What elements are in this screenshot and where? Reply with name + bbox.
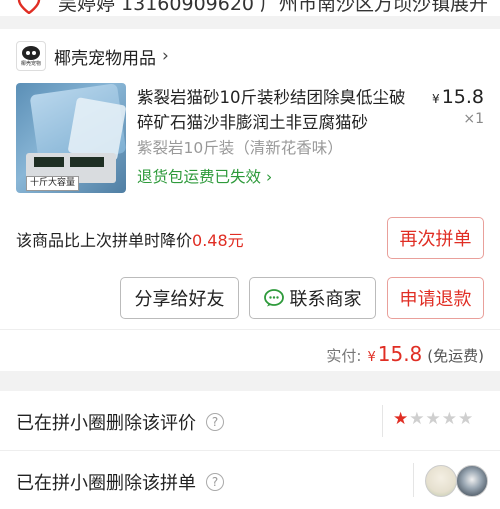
- address-text: 吴婷婷 13160909620 广州市南沙区万顷沙镇展开: [58, 0, 489, 15]
- order-status-label: 已在拼小圈删除该拼单 ?: [16, 469, 224, 495]
- review-status-row[interactable]: 已在拼小圈删除该评价 ? ★ ★ ★ ★ ★: [0, 391, 500, 449]
- shop-header[interactable]: 椰壳宠物 椰壳宠物用品 ›: [16, 41, 169, 71]
- product-image-tag: 十斤大容量: [26, 176, 80, 191]
- help-icon[interactable]: ?: [206, 473, 224, 491]
- price-drop-notice: 该商品比上次拼单时降价0.48元: [16, 227, 244, 251]
- pin-circle-card: 已在拼小圈删除该评价 ? ★ ★ ★ ★ ★ 已在拼小圈删除该拼单 ?: [0, 391, 500, 509]
- star-empty-icon: ★: [425, 409, 441, 429]
- address-bar[interactable]: 吴婷婷 13160909620 广州市南沙区万顷沙镇展开: [0, 0, 500, 16]
- help-icon[interactable]: ?: [206, 413, 224, 431]
- total-label: 实付:: [326, 347, 362, 365]
- chat-bubble-icon: [263, 289, 284, 307]
- price-currency: ¥: [432, 92, 440, 106]
- review-status-label: 已在拼小圈删除该评价 ?: [16, 409, 224, 435]
- star-empty-icon: ★: [409, 409, 425, 429]
- return-shipping-note[interactable]: 退货包运费已失效 ›: [137, 165, 272, 187]
- rebuy-button[interactable]: 再次拼单: [387, 217, 484, 259]
- location-pin-icon: [17, 0, 41, 14]
- chevron-right-icon: ›: [162, 46, 169, 66]
- chevron-right-icon: ›: [261, 168, 273, 186]
- total-currency: ¥: [367, 350, 376, 365]
- order-card: 椰壳宠物 椰壳宠物用品 › 十斤大容量 紫裂岩猫砂10斤装秒结团除臭低尘破碎矿石…: [0, 29, 500, 371]
- total-paid: 实付: ¥ 15.8 (免运费): [326, 342, 484, 366]
- shipping-note: (免运费): [427, 347, 484, 365]
- contact-seller-button[interactable]: 联系商家: [249, 277, 376, 319]
- refund-button[interactable]: 申请退款: [387, 277, 484, 319]
- shop-name: 椰壳宠物用品: [54, 48, 156, 69]
- price-value: 15.8: [441, 86, 484, 108]
- product-quantity: ×1: [463, 111, 484, 127]
- contact-seller-label: 联系商家: [289, 289, 362, 310]
- price-drop-prefix: 该商品比上次拼单时降价: [16, 231, 193, 250]
- shop-logo-label: 椰壳宠物: [20, 60, 41, 67]
- total-amount: 15.8: [377, 342, 423, 366]
- divider: [413, 463, 414, 497]
- divider: [0, 329, 500, 330]
- review-status-text: 已在拼小圈删除该评价: [16, 413, 196, 434]
- product-spec: 紫裂岩10斤装（清新花香味）: [137, 139, 343, 157]
- share-button[interactable]: 分享给好友: [120, 277, 239, 319]
- product-price: ¥15.8: [432, 86, 484, 108]
- avatar[interactable]: [425, 465, 457, 497]
- order-status-text: 已在拼小圈删除该拼单: [16, 473, 196, 494]
- avatar[interactable]: [456, 465, 488, 497]
- shop-logo: 椰壳宠物: [16, 41, 46, 71]
- shop-logo-icon: [22, 45, 40, 60]
- product-image[interactable]: 十斤大容量: [16, 83, 126, 193]
- return-shipping-label: 退货包运费已失效: [137, 168, 262, 186]
- product-title[interactable]: 紫裂岩猫砂10斤装秒结团除臭低尘破碎矿石猫沙非膨润土非豆腐猫砂: [137, 85, 417, 135]
- star-empty-icon: ★: [458, 409, 474, 429]
- price-drop-amount: 0.48元: [192, 231, 244, 250]
- divider: [382, 405, 383, 437]
- star-rating: ★ ★ ★ ★ ★: [393, 411, 473, 428]
- star-empty-icon: ★: [441, 409, 457, 429]
- order-status-row[interactable]: 已在拼小圈删除该拼单 ?: [0, 450, 500, 508]
- star-filled-icon: ★: [393, 409, 409, 429]
